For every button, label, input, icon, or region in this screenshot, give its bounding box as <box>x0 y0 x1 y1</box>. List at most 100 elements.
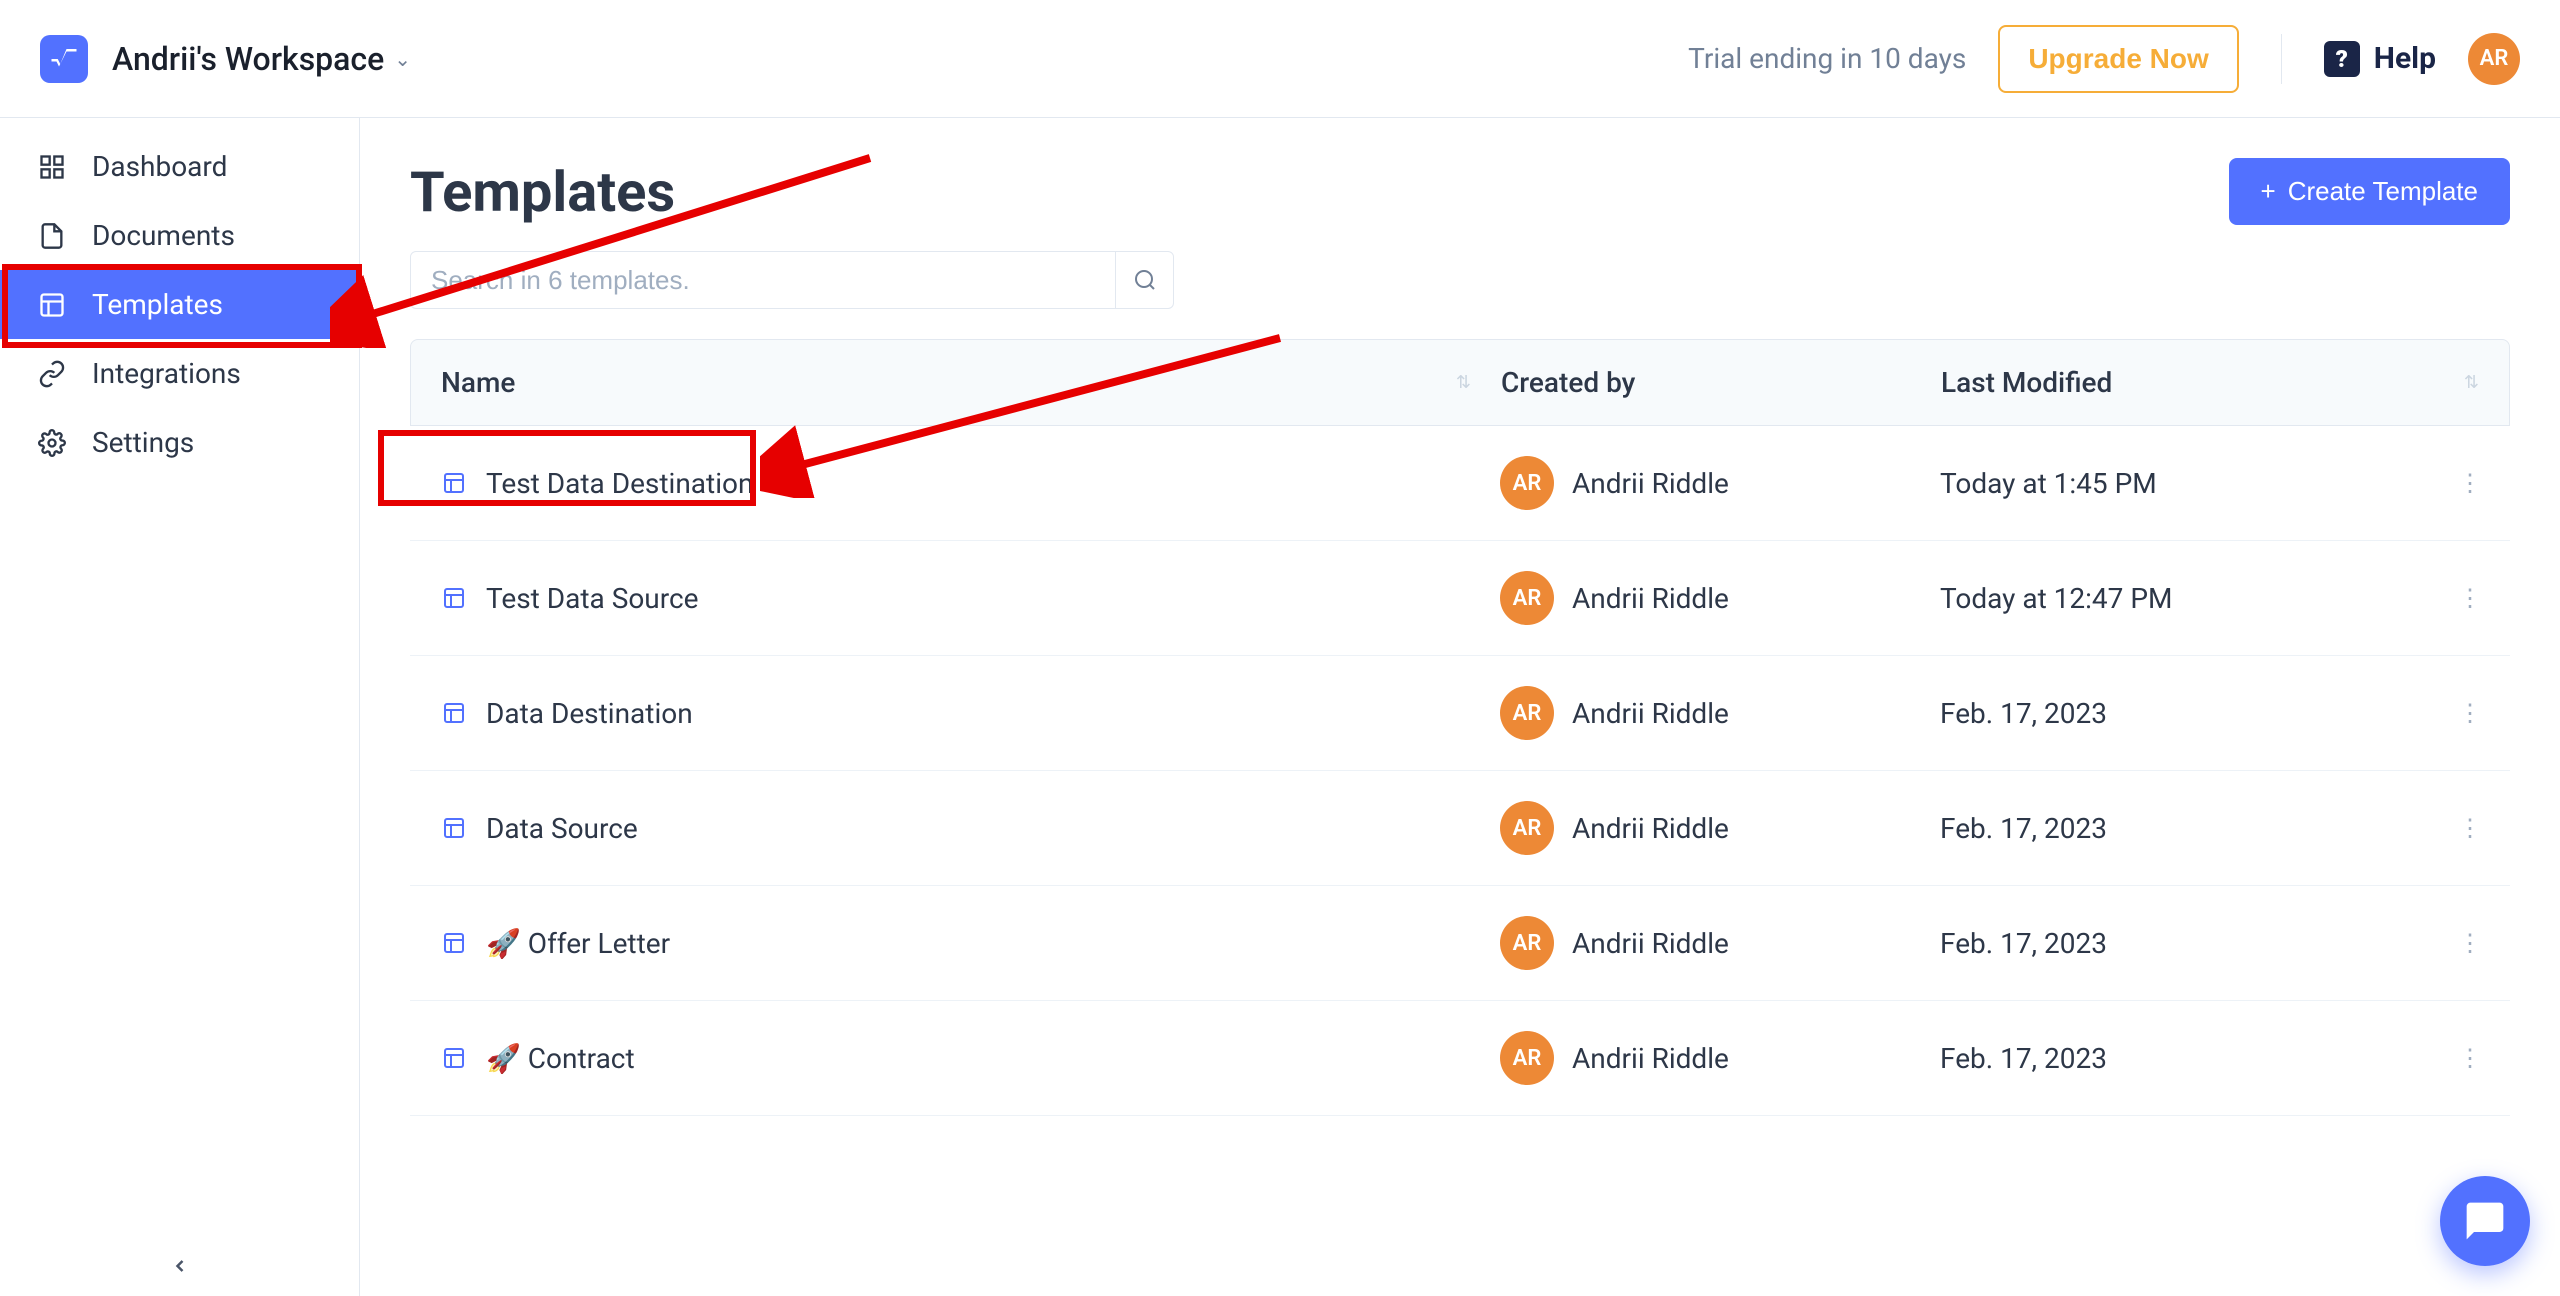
row-actions-button[interactable]: ⋮ <box>2458 814 2480 842</box>
column-header-created-by: Created by <box>1501 366 1941 399</box>
template-name: 🚀 Offer Letter <box>486 927 670 960</box>
modified-date: Feb. 17, 2023 <box>1940 1042 2107 1075</box>
settings-icon <box>36 427 68 459</box>
collapse-sidebar-button[interactable] <box>170 1256 190 1276</box>
modified-date: Feb. 17, 2023 <box>1940 697 2107 730</box>
integrations-icon <box>36 358 68 390</box>
creator-name: Andrii Riddle <box>1572 697 1729 730</box>
cell-created-by: AR Andrii Riddle <box>1500 801 1940 855</box>
creator-avatar: AR <box>1500 686 1554 740</box>
sort-icon: ⇅ <box>2464 372 2479 393</box>
search-button[interactable] <box>1116 251 1174 309</box>
chat-widget-button[interactable] <box>2440 1176 2530 1266</box>
cell-created-by: AR Andrii Riddle <box>1500 916 1940 970</box>
template-name: 🚀 Contract <box>486 1042 635 1075</box>
table-header: Name ⇅ Created by Last Modified ⇅ <box>410 339 2510 426</box>
sidebar-item-label: Dashboard <box>92 150 227 183</box>
table-body: Test Data Destination AR Andrii Riddle T… <box>410 426 2510 1116</box>
creator-avatar: AR <box>1500 916 1554 970</box>
app-logo[interactable] <box>40 35 88 83</box>
cell-created-by: AR Andrii Riddle <box>1500 456 1940 510</box>
sidebar: Dashboard Documents Templates Integratio… <box>0 118 360 1296</box>
column-header-name[interactable]: Name ⇅ <box>441 366 1501 399</box>
workspace-name: Andrii's Workspace <box>112 40 384 78</box>
template-name: Data Destination <box>486 697 693 730</box>
trial-status: Trial ending in 10 days <box>1688 42 1966 75</box>
cell-last-modified: Feb. 17, 2023 <box>1940 1042 2480 1075</box>
creator-name: Andrii Riddle <box>1572 812 1729 845</box>
template-icon <box>440 1044 468 1072</box>
separator <box>2281 34 2282 84</box>
cell-created-by: AR Andrii Riddle <box>1500 686 1940 740</box>
table-row[interactable]: 🚀 Contract AR Andrii Riddle Feb. 17, 202… <box>410 1001 2510 1116</box>
table-row[interactable]: Data Source AR Andrii Riddle Feb. 17, 20… <box>410 771 2510 886</box>
creator-avatar: AR <box>1500 456 1554 510</box>
cell-last-modified: Feb. 17, 2023 <box>1940 812 2480 845</box>
cell-name: Data Destination <box>440 697 1500 730</box>
modified-date: Feb. 17, 2023 <box>1940 812 2107 845</box>
sidebar-item-dashboard[interactable]: Dashboard <box>0 132 359 201</box>
creator-name: Andrii Riddle <box>1572 927 1729 960</box>
chevron-down-icon: ⌄ <box>394 47 411 71</box>
modified-date: Today at 1:45 PM <box>1940 467 2157 500</box>
cell-last-modified: Feb. 17, 2023 <box>1940 927 2480 960</box>
upgrade-button[interactable]: Upgrade Now <box>1998 25 2238 93</box>
sidebar-item-label: Documents <box>92 219 235 252</box>
logo-block: Andrii's Workspace ⌄ <box>40 35 411 83</box>
row-actions-button[interactable]: ⋮ <box>2458 929 2480 957</box>
row-actions-button[interactable]: ⋮ <box>2458 584 2480 612</box>
header: Andrii's Workspace ⌄ Trial ending in 10 … <box>0 0 2560 118</box>
help-label: Help <box>2374 41 2436 76</box>
user-avatar[interactable]: AR <box>2468 33 2520 85</box>
header-right: Trial ending in 10 days Upgrade Now ? He… <box>1688 25 2520 93</box>
page-title: Templates <box>410 159 675 225</box>
table-row[interactable]: Test Data Destination AR Andrii Riddle T… <box>410 426 2510 541</box>
cell-created-by: AR Andrii Riddle <box>1500 571 1940 625</box>
workspace-selector[interactable]: Andrii's Workspace ⌄ <box>112 40 411 78</box>
templates-table: Name ⇅ Created by Last Modified ⇅ Test D… <box>410 339 2510 1116</box>
cell-name: 🚀 Contract <box>440 1042 1500 1075</box>
creator-avatar: AR <box>1500 571 1554 625</box>
help-button[interactable]: ? Help <box>2324 41 2436 77</box>
cell-last-modified: Today at 12:47 PM <box>1940 582 2480 615</box>
plus-icon: + <box>2261 176 2276 207</box>
creator-avatar: AR <box>1500 1031 1554 1085</box>
template-icon <box>440 584 468 612</box>
search-row <box>410 251 2510 309</box>
sidebar-item-label: Settings <box>92 426 194 459</box>
sidebar-item-templates[interactable]: Templates <box>0 270 359 339</box>
row-actions-button[interactable]: ⋮ <box>2458 1044 2480 1072</box>
sidebar-item-documents[interactable]: Documents <box>0 201 359 270</box>
sort-icon: ⇅ <box>1456 372 1471 393</box>
sidebar-item-label: Templates <box>92 288 223 321</box>
table-row[interactable]: Test Data Source AR Andrii Riddle Today … <box>410 541 2510 656</box>
row-actions-button[interactable]: ⋮ <box>2458 469 2480 497</box>
modified-date: Today at 12:47 PM <box>1940 582 2172 615</box>
creator-avatar: AR <box>1500 801 1554 855</box>
search-input[interactable] <box>410 251 1116 309</box>
sidebar-item-settings[interactable]: Settings <box>0 408 359 477</box>
cell-created-by: AR Andrii Riddle <box>1500 1031 1940 1085</box>
table-row[interactable]: 🚀 Offer Letter AR Andrii Riddle Feb. 17,… <box>410 886 2510 1001</box>
template-icon <box>440 469 468 497</box>
template-icon <box>440 814 468 842</box>
creator-name: Andrii Riddle <box>1572 1042 1729 1075</box>
column-header-last-modified[interactable]: Last Modified ⇅ <box>1941 366 2479 399</box>
template-icon <box>440 699 468 727</box>
table-row[interactable]: Data Destination AR Andrii Riddle Feb. 1… <box>410 656 2510 771</box>
modified-date: Feb. 17, 2023 <box>1940 927 2107 960</box>
cell-name: Test Data Source <box>440 582 1500 615</box>
dashboard-icon <box>36 151 68 183</box>
help-icon: ? <box>2324 41 2360 77</box>
document-icon <box>36 220 68 252</box>
cell-name: 🚀 Offer Letter <box>440 927 1500 960</box>
cell-name: Test Data Destination <box>440 467 1500 500</box>
creator-name: Andrii Riddle <box>1572 467 1729 500</box>
cell-name: Data Source <box>440 812 1500 845</box>
creator-name: Andrii Riddle <box>1572 582 1729 615</box>
sidebar-item-integrations[interactable]: Integrations <box>0 339 359 408</box>
row-actions-button[interactable]: ⋮ <box>2458 699 2480 727</box>
cell-last-modified: Feb. 17, 2023 <box>1940 697 2480 730</box>
create-template-button[interactable]: + Create Template <box>2229 158 2510 225</box>
template-name: Test Data Destination <box>486 467 753 500</box>
